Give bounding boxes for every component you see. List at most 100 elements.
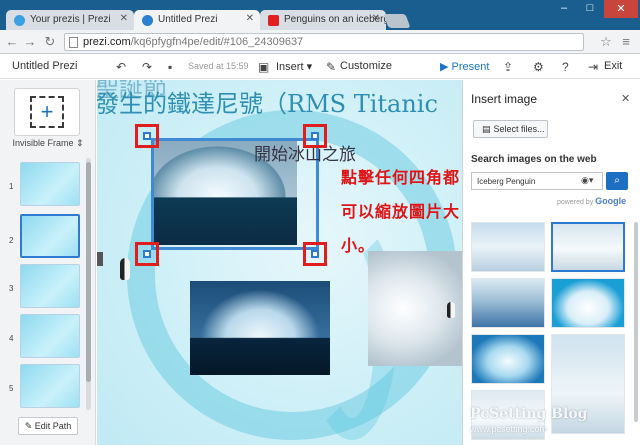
bookmark-star-icon[interactable]: ☆ — [598, 34, 614, 50]
insert-menu-button[interactable]: Insert ▾ — [276, 60, 312, 73]
instruction-line-3: 小。 — [341, 238, 376, 255]
powered-by-label: powered by — [557, 199, 594, 206]
resize-handle-top-left[interactable] — [135, 124, 159, 148]
instruction-line-1: 點擊任何四角都 — [341, 170, 461, 187]
present-button[interactable]: ▶ Present — [440, 60, 489, 73]
frame-type-label: Invisible Frame — [12, 138, 74, 148]
folder-icon: ▤ — [482, 124, 491, 134]
new-tab-button[interactable] — [383, 14, 411, 28]
close-icon[interactable]: ✕ — [621, 92, 630, 105]
instruction-line-2: 可以縮放圖片大 — [341, 204, 461, 221]
select-files-label: Select files... — [493, 124, 545, 134]
tab-close-icon[interactable]: ✕ — [246, 13, 254, 24]
watermark-url: www.pcsetting.com — [470, 424, 548, 434]
thumb-number: 3 — [9, 284, 14, 293]
penguin-figure — [447, 302, 455, 318]
insert-image-icon[interactable]: ▣ — [258, 60, 269, 74]
frame-thumbnail-3[interactable] — [20, 264, 80, 308]
share-icon[interactable]: ⇪ — [503, 60, 513, 74]
frame-thumbnail-1[interactable] — [20, 162, 80, 206]
frame-thumbnail-2[interactable] — [20, 214, 80, 258]
pencil-icon: ✎ — [24, 421, 33, 431]
penguin-figure — [120, 258, 130, 280]
resize-handle-bottom-right[interactable] — [303, 242, 327, 266]
frames-scrollbar-thumb[interactable] — [86, 162, 91, 382]
search-icon: ⌕ — [614, 175, 620, 186]
minimize-button[interactable]: – — [552, 2, 576, 18]
prezi-toolbar: Untitled Prezi ↶ ↷ ▪ Saved at 15:59 ▣ In… — [0, 55, 640, 79]
search-images-label: Search images on the web — [471, 154, 597, 165]
help-icon[interactable]: ? — [562, 60, 569, 74]
resize-handle-top-right[interactable] — [303, 124, 327, 148]
youtube-favicon-icon — [268, 15, 279, 26]
play-icon: ▶ — [440, 61, 449, 73]
insert-label: Insert — [276, 61, 304, 73]
insert-image-title: Insert image — [471, 92, 538, 106]
insert-image-panel: Insert image ✕ ▤ Select files... Search i… — [462, 80, 640, 445]
handle-dot — [311, 250, 319, 258]
add-frame-button[interactable]: + — [14, 88, 80, 136]
thumb-number: 1 — [9, 182, 14, 191]
frame-thumbnail-list: 1 2 3 4 5 — [0, 158, 96, 410]
thumb-number: 4 — [9, 334, 14, 343]
select-files-button[interactable]: ▤ Select files... — [473, 120, 548, 138]
frame-thumbnail-4[interactable] — [20, 314, 80, 358]
powered-by-google: powered by Google — [557, 196, 626, 206]
tab-close-icon[interactable]: ✕ — [120, 13, 128, 24]
document-title[interactable]: Untitled Prezi — [12, 60, 77, 72]
image-result-selected[interactable] — [551, 222, 625, 272]
frame-type-select[interactable]: Invisible Frame ⇕ — [0, 138, 96, 149]
tab-title: Untitled Prezi — [158, 14, 218, 25]
reload-icon[interactable]: ↻ — [42, 34, 58, 50]
resize-handle-bottom-left[interactable] — [135, 242, 159, 266]
settings-gear-icon[interactable]: ⚙ — [533, 60, 544, 74]
handle-dot — [311, 132, 319, 140]
search-button[interactable]: ⌕ — [606, 172, 628, 190]
tab-penguins-on-iceberg[interactable]: Penguins on an iceberg ✕ — [260, 10, 386, 30]
frames-panel: + Invisible Frame ⇕ 1 2 3 4 5 ✎ Edit Pat… — [0, 80, 96, 445]
chevron-down-icon: ▾ — [306, 61, 313, 73]
canvas-title[interactable]: 發生的鐵達尼號（RMS Titanic — [97, 84, 438, 119]
tab-title: Your prezis | Prezi — [30, 14, 111, 25]
save-icon[interactable]: ▪ — [168, 60, 172, 74]
url-host: prezi.com — [83, 36, 131, 48]
globe-icon[interactable]: ◉▾ — [581, 175, 593, 186]
browser-address-bar: ← → ↻ prezi.com/kq6pfygfn4pe/edit/#106_2… — [0, 30, 640, 54]
back-arrow-icon[interactable]: ← — [4, 34, 20, 50]
results-scrollbar[interactable] — [634, 222, 638, 422]
url-input[interactable]: prezi.com/kq6pfygfn4pe/edit/#106_2430963… — [64, 33, 584, 51]
prezi-favicon-icon — [142, 15, 153, 26]
updown-arrow-icon: ⇕ — [76, 138, 84, 148]
thumb-number: 5 — [9, 384, 14, 393]
present-label: Present — [451, 61, 490, 73]
exit-button[interactable]: Exit — [604, 60, 622, 72]
forward-arrow-icon[interactable]: → — [22, 34, 38, 50]
image-result[interactable] — [471, 278, 545, 328]
redo-icon[interactable]: ↷ — [142, 60, 152, 74]
maximize-button[interactable]: □ — [578, 2, 602, 18]
prezi-favicon-icon — [14, 15, 25, 26]
window-close-button[interactable]: ✕ — [604, 0, 638, 18]
exit-icon[interactable]: ⇥ — [588, 60, 598, 74]
panel-collapse-handle[interactable] — [97, 252, 103, 266]
handle-dot — [143, 250, 151, 258]
frame-thumbnail-5[interactable] — [20, 364, 80, 408]
edit-path-button[interactable]: ✎ Edit Path — [18, 417, 78, 435]
chrome-menu-icon[interactable]: ≡ — [618, 34, 634, 50]
image-result[interactable] — [551, 278, 625, 328]
tab-close-icon[interactable]: ✕ — [372, 13, 380, 24]
watermark-title: PcSetting Blog — [470, 406, 588, 422]
undo-icon[interactable]: ↶ — [116, 60, 126, 74]
browser-tab-bar: Your prezis | Prezi ✕ Untitled Prezi ✕ P… — [0, 0, 640, 30]
url-path: /kq6pfygfn4pe/edit/#106_24309637 — [130, 36, 304, 48]
tab-your-prezis[interactable]: Your prezis | Prezi ✕ — [6, 10, 134, 30]
handle-dot — [143, 132, 151, 140]
image-result[interactable] — [471, 334, 545, 384]
image-result[interactable] — [471, 222, 545, 272]
tab-untitled-prezi[interactable]: Untitled Prezi ✕ — [134, 10, 260, 30]
iceberg-image-bottom[interactable] — [190, 281, 330, 375]
google-logo: Google — [595, 196, 627, 206]
customize-brush-icon: ✎ — [326, 60, 337, 74]
customize-button[interactable]: Customize — [340, 60, 392, 72]
thumb-number: 2 — [9, 236, 14, 245]
